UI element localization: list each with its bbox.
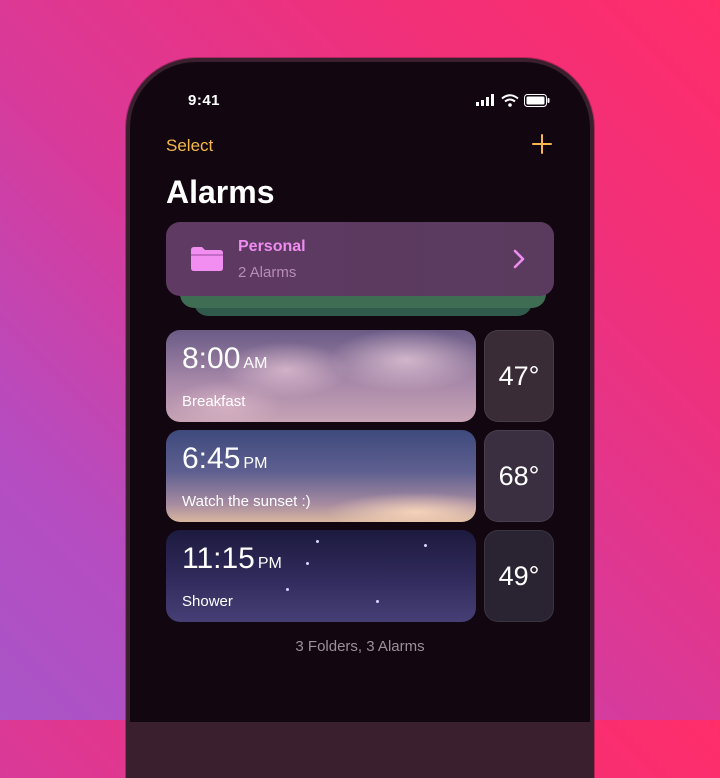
- wifi-icon: [501, 93, 519, 107]
- folder-count: 2 Alarms: [238, 264, 297, 281]
- weather-temperature: 47°: [484, 330, 554, 422]
- alarm-label: Breakfast: [182, 393, 246, 410]
- phone-screen: 9:41 Select Alarms Personal 2 Alarms 8:0…: [130, 62, 590, 722]
- alarm-card-breakfast[interactable]: 8:00 AM Breakfast: [166, 330, 476, 422]
- star-decoration: [424, 544, 427, 547]
- alarm-summary: 3 Folders, 3 Alarms: [295, 638, 425, 655]
- status-icons: [476, 92, 552, 108]
- cellular-signal-icon: [476, 94, 494, 106]
- add-alarm-button[interactable]: [528, 130, 556, 158]
- chevron-right-icon: [513, 249, 525, 269]
- folder-icon: [191, 247, 223, 271]
- alarm-time: 11:15 PM: [182, 542, 282, 575]
- star-decoration: [376, 600, 379, 603]
- folder-personal[interactable]: Personal 2 Alarms: [166, 222, 554, 296]
- alarm-label: Watch the sunset :): [182, 493, 311, 510]
- star-decoration: [306, 562, 309, 565]
- page-title: Alarms: [166, 174, 275, 210]
- alarm-time: 8:00 AM: [182, 342, 268, 375]
- folder-name: Personal: [238, 238, 306, 255]
- alarm-label: Shower: [182, 593, 233, 610]
- weather-temperature: 49°: [484, 530, 554, 622]
- alarm-card-sunset[interactable]: 6:45 PM Watch the sunset :): [166, 430, 476, 522]
- star-decoration: [286, 588, 289, 591]
- alarm-time: 6:45 PM: [182, 442, 268, 475]
- select-button[interactable]: Select: [166, 136, 213, 156]
- star-decoration: [316, 540, 319, 543]
- weather-temperature: 68°: [484, 430, 554, 522]
- battery-icon: [524, 93, 550, 107]
- status-time: 9:41: [188, 92, 221, 109]
- alarm-card-shower[interactable]: 11:15 PM Shower: [166, 530, 476, 622]
